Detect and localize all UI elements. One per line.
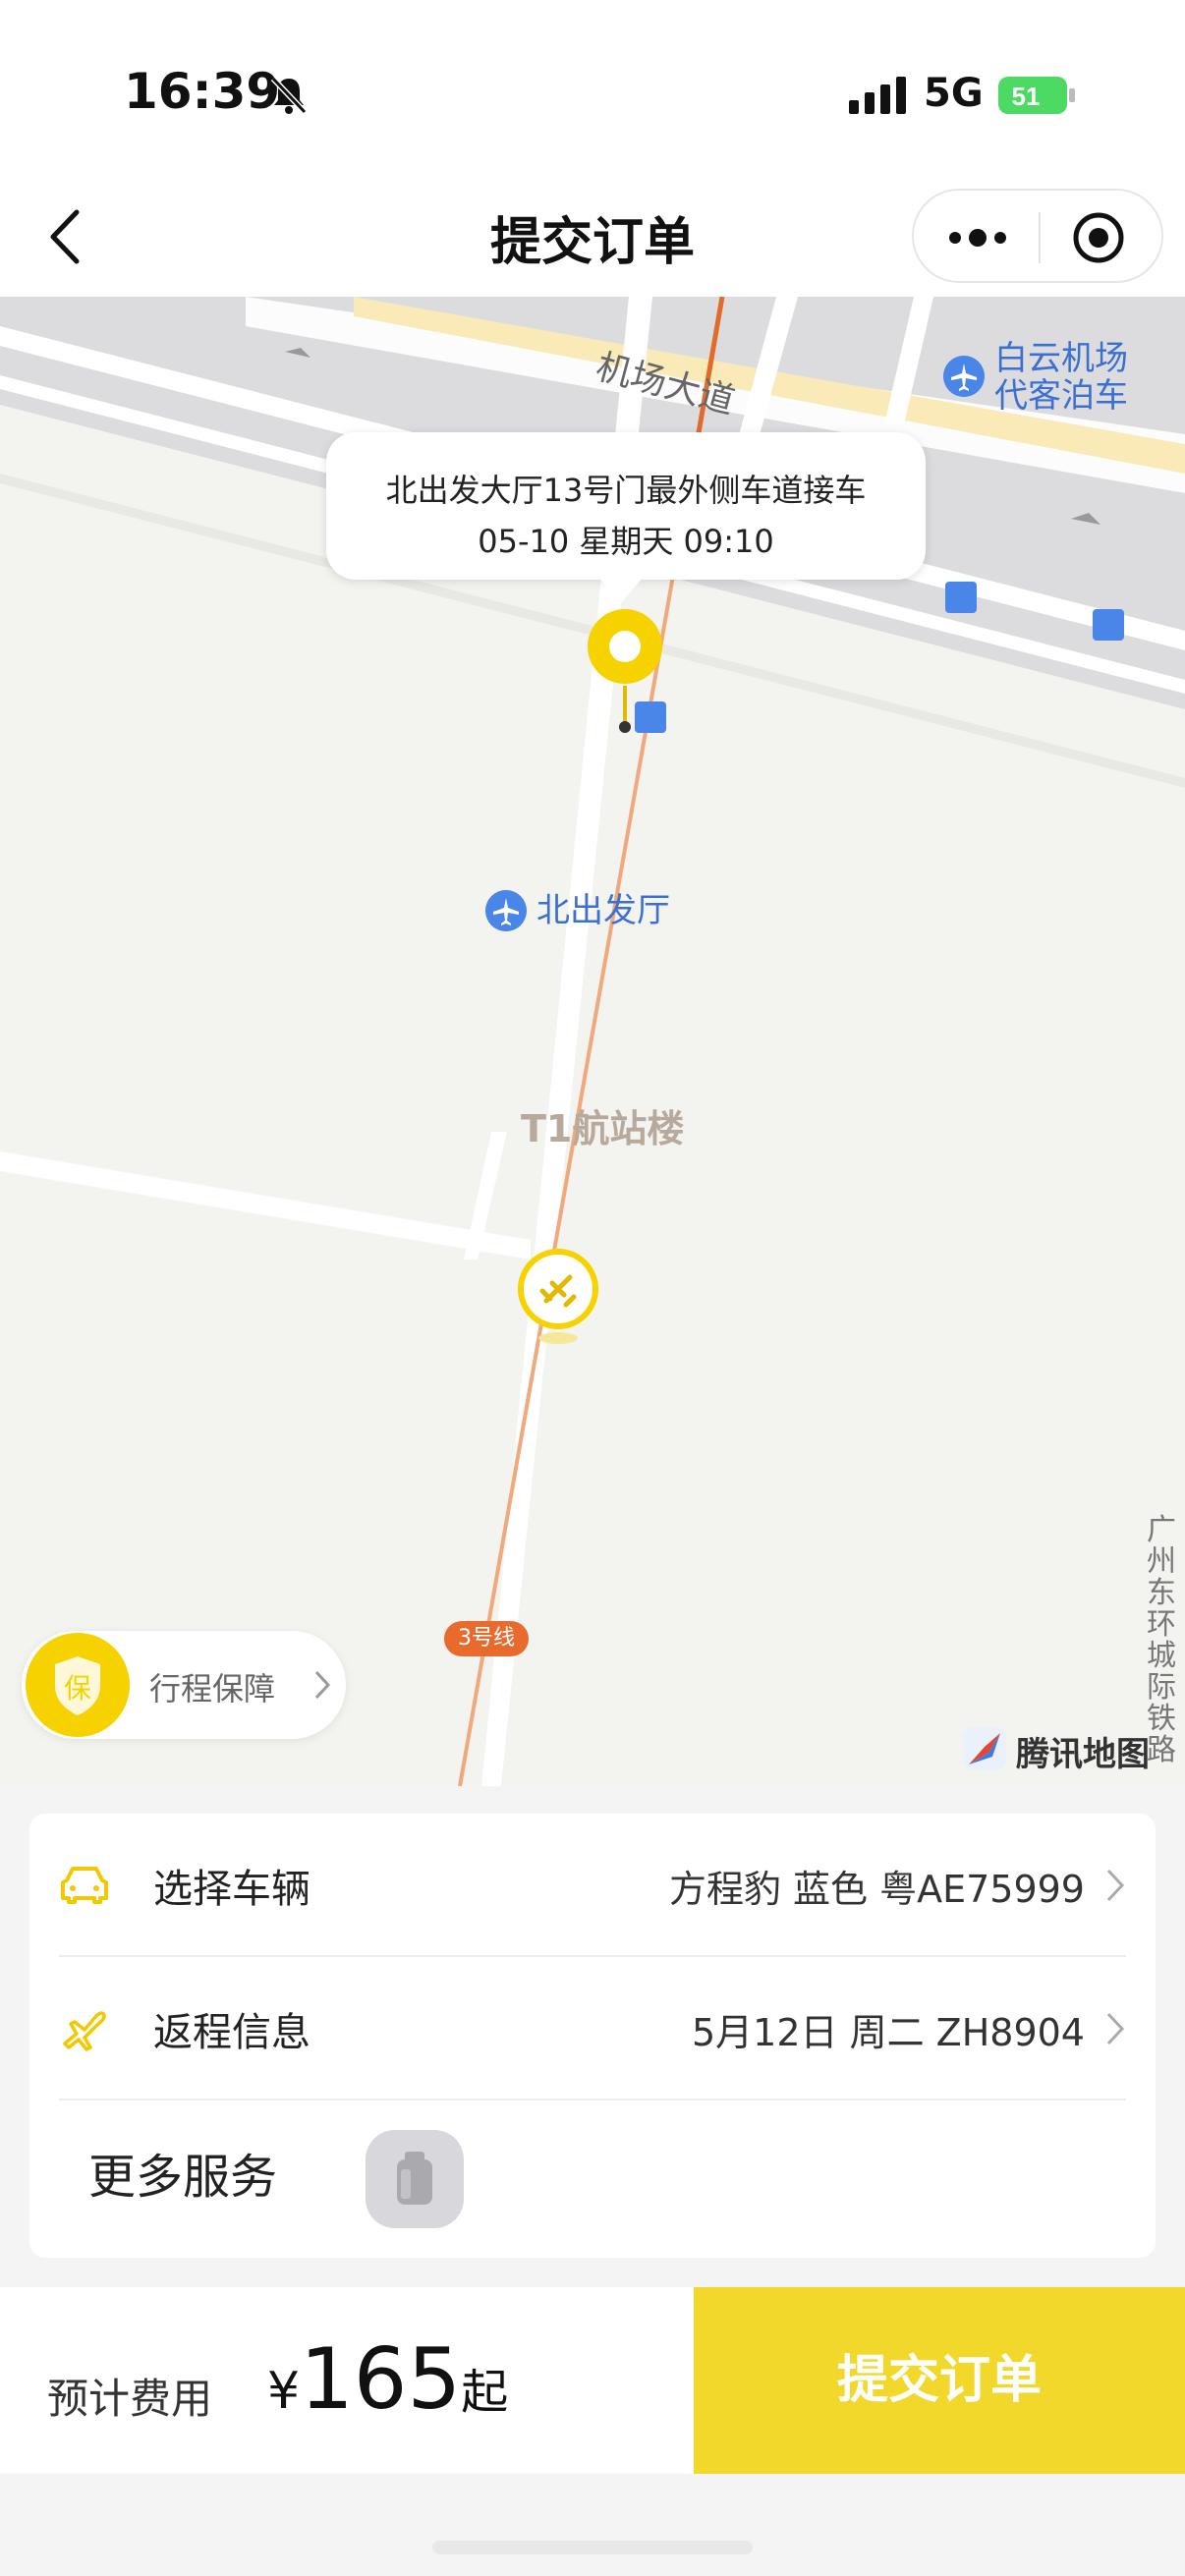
return-info-value: 5月12日 周二 ZH8904 — [691, 2011, 1085, 2054]
more-icon[interactable] — [943, 220, 1012, 255]
mute-bell-icon — [270, 76, 308, 115]
select-vehicle-row[interactable]: 选择车辆 方程豹 蓝色 粤AE75999 — [29, 1814, 1156, 1955]
shield-icon: 保 — [26, 1633, 130, 1737]
pickup-callout[interactable]: 北出发大厅13号门最外侧车道接车 05-10 星期天 09:10 — [326, 432, 926, 580]
plane-icon — [63, 2011, 106, 2051]
vehicle-value: 方程豹 蓝色 粤AE75999 — [668, 1868, 1085, 1911]
more-service-item[interactable] — [366, 2130, 464, 2228]
service-bottle-icon — [397, 2152, 432, 2205]
price-amount: 165 — [300, 2330, 462, 2429]
tencent-map-logo-icon — [963, 1727, 1006, 1770]
guard-badge-text: 保 — [64, 1672, 91, 1705]
airport-icon — [485, 890, 527, 931]
status-time: 16:39 — [124, 63, 281, 120]
target-icon[interactable] — [1071, 210, 1126, 265]
capsule-divider — [1039, 212, 1041, 263]
battery-icon: 51 — [998, 77, 1075, 114]
bottom-bar: 预计费用 ¥165起 提交订单 — [0, 2287, 1185, 2474]
estimated-price: ¥165起 — [267, 2330, 508, 2429]
airport-icon — [943, 356, 985, 397]
callout-tail — [599, 578, 643, 603]
price-suffix: 起 — [461, 2365, 509, 2420]
poi-north-departure[interactable]: 北出发厅 — [536, 892, 670, 929]
estimated-fee-label: 预计费用 — [47, 2375, 213, 2423]
network-type: 5G — [924, 71, 984, 116]
poi-valet-parking[interactable]: 白云机场 代客泊车 — [994, 340, 1128, 415]
pickup-time: 05-10 星期天 09:10 — [478, 523, 774, 560]
trip-guarantee-label: 行程保障 — [149, 1670, 276, 1708]
chevron-right-icon — [1106, 1869, 1125, 1902]
home-indicator[interactable] — [432, 2541, 753, 2554]
car-icon — [61, 1867, 108, 1904]
map-provider: 腾讯地图 — [963, 1723, 1169, 1774]
mini-program-capsule — [912, 189, 1163, 283]
divider — [59, 2099, 1126, 2100]
more-services-label: 更多服务 — [88, 2150, 278, 2205]
select-vehicle-label: 选择车辆 — [153, 1867, 310, 1912]
chevron-right-icon — [314, 1670, 331, 1700]
chevron-right-icon — [1106, 2012, 1125, 2045]
order-info-card: 选择车辆 方程豹 蓝色 粤AE75999 返程信息 5月12日 周二 ZH890… — [29, 1814, 1156, 2258]
area-label-t1: T1航站楼 — [521, 1107, 685, 1150]
battery-level: 51 — [1012, 82, 1041, 111]
price-currency: ¥ — [267, 2362, 301, 2421]
signal-icon — [849, 77, 906, 114]
return-info-row[interactable]: 返程信息 5月12日 周二 ZH8904 — [29, 1957, 1156, 2099]
submit-order-button[interactable]: 提交订单 — [694, 2287, 1185, 2474]
return-info-label: 返程信息 — [153, 2010, 310, 2055]
nav-bar: 提交订单 — [0, 177, 1185, 297]
trip-guarantee-button[interactable]: 保 行程保障 — [22, 1631, 346, 1739]
pickup-location: 北出发大厅13号门最外侧车道接车 — [385, 472, 867, 509]
metro-line-badge: 3号线 — [444, 1621, 529, 1656]
map-view[interactable]: 机场大道 白云机场 代客泊车 北出发大厅13号门最外侧车道接车 05-10 星期… — [0, 297, 1185, 1786]
status-bar: 16:39 5G 51 — [0, 0, 1185, 177]
map-provider-label: 腾讯地图 — [1016, 1735, 1150, 1774]
